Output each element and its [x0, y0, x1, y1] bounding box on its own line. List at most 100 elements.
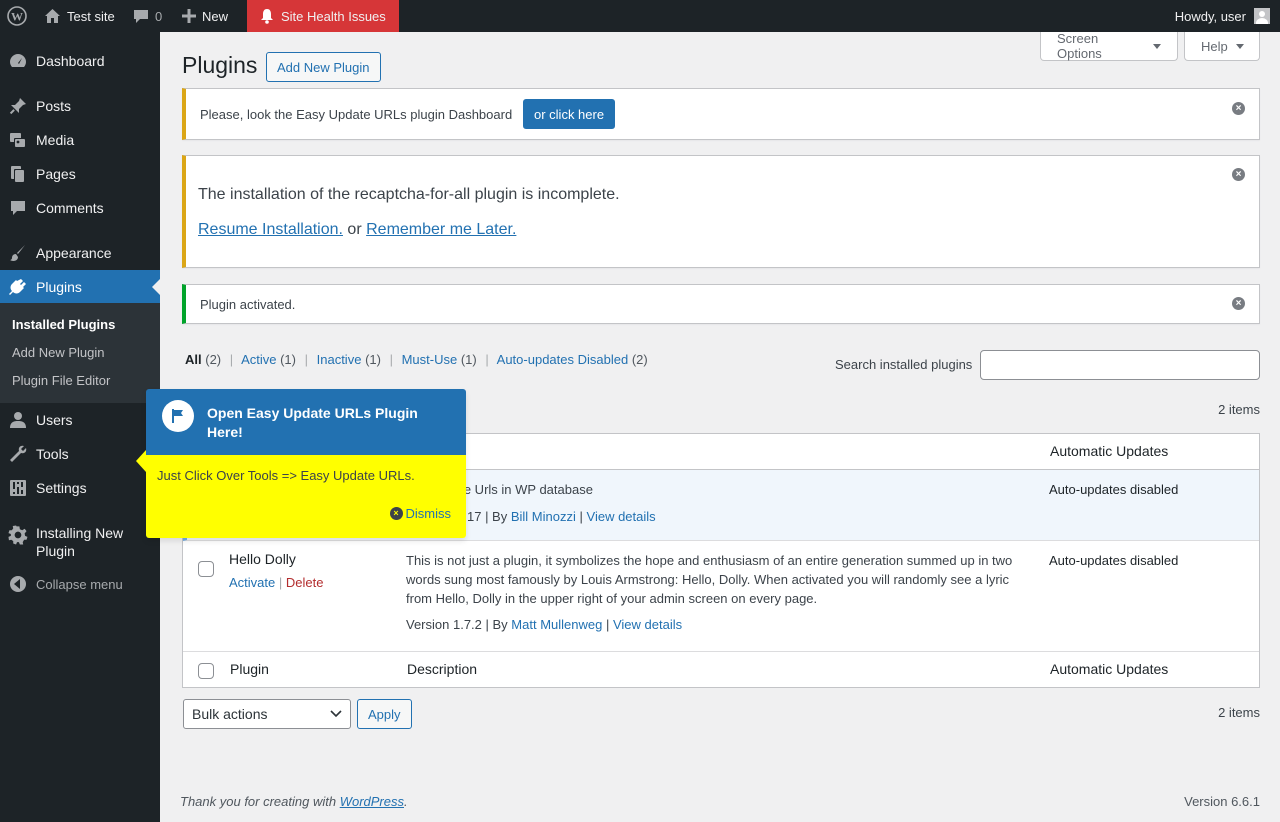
- row-checkbox[interactable]: [198, 561, 214, 577]
- plugin-meta: Version 1.7.2 | By Matt Mullenweg | View…: [406, 617, 683, 632]
- menu-item-installing-new-plugin[interactable]: Installing New Plugin: [0, 516, 160, 568]
- plugin-author-link[interactable]: Matt Mullenweg: [511, 617, 602, 632]
- help-button[interactable]: Help: [1184, 32, 1260, 61]
- menu-item-dashboard[interactable]: Dashboard: [0, 44, 160, 78]
- activate-link[interactable]: Activate: [229, 575, 275, 590]
- new-label: New: [202, 8, 229, 24]
- new-content-link[interactable]: New: [182, 0, 228, 32]
- menu-item-posts[interactable]: Posts: [0, 89, 160, 123]
- filter-separator: |: [485, 352, 489, 367]
- collapse-label: Collapse menu: [36, 576, 123, 592]
- site-name-link[interactable]: Test site: [44, 0, 115, 32]
- submenu-add-new-plugin[interactable]: Add New Plugin: [12, 345, 105, 360]
- notice-dismiss-icon[interactable]: ×: [1232, 297, 1245, 310]
- notice-dismiss-icon[interactable]: ×: [1232, 102, 1245, 115]
- filter-all[interactable]: All: [185, 352, 202, 367]
- remember-later-link[interactable]: Remember me Later.: [366, 221, 516, 238]
- resume-installation-link[interactable]: Resume Installation.: [198, 221, 343, 238]
- wordpress-link[interactable]: WordPress: [340, 794, 404, 809]
- plugin-version: 17 | By: [467, 509, 508, 524]
- add-new-plugin-button[interactable]: Add New Plugin: [266, 52, 381, 82]
- plus-icon: [182, 9, 196, 23]
- menu-item-settings[interactable]: Settings: [0, 471, 160, 505]
- admin-pointer-popup: Open Easy Update URLs Plugin Here! Just …: [136, 389, 466, 538]
- menu-label-settings: Settings: [36, 480, 87, 496]
- home-icon: [45, 9, 60, 23]
- menu-item-appearance[interactable]: Appearance: [0, 236, 160, 270]
- plugin-author-link[interactable]: Bill Minozzi: [511, 509, 576, 524]
- menu-label-pages: Pages: [36, 166, 76, 182]
- menu-label-comments: Comments: [36, 200, 104, 216]
- bulk-actions-value: Bulk actions: [192, 706, 268, 722]
- plugin-version: Version 1.7.2 | By: [406, 617, 508, 632]
- column-footer-automatic-updates[interactable]: Automatic Updates: [1050, 661, 1168, 677]
- plugin-activated-notice: Plugin activated. ×: [182, 284, 1260, 324]
- select-all-checkbox[interactable]: [198, 663, 214, 679]
- pointer-dismiss-button[interactable]: × Dismiss: [389, 506, 452, 521]
- or-click-here-button[interactable]: or click here: [523, 99, 616, 129]
- filter-all-count: (2): [205, 352, 222, 367]
- filter-active-count: (1): [280, 352, 296, 367]
- table-row: Hello Dolly Activate | Delete This is no…: [183, 541, 1259, 652]
- menu-item-pages[interactable]: Pages: [0, 157, 160, 191]
- settings-icon: [10, 480, 26, 496]
- apply-button[interactable]: Apply: [357, 699, 412, 729]
- items-count-top: 2 items: [1218, 402, 1260, 417]
- menu-label-plugins: Plugins: [36, 279, 82, 295]
- recaptcha-notice-text: The installation of the recaptcha-for-al…: [198, 186, 620, 203]
- menu-item-media[interactable]: Media: [0, 123, 160, 157]
- footer-thanks: Thank you for creating with WordPress.: [180, 794, 408, 809]
- menu-item-comments[interactable]: Comments: [0, 191, 160, 225]
- delete-link[interactable]: Delete: [286, 575, 324, 590]
- plugin-meta: 17 | By Bill Minozzi | View details: [467, 509, 656, 524]
- menu-item-users[interactable]: Users: [0, 403, 160, 437]
- or-text: or: [347, 221, 362, 238]
- menu-label-media: Media: [36, 132, 75, 148]
- column-header-automatic-updates[interactable]: Automatic Updates: [1050, 443, 1168, 459]
- filter-auto-updates-disabled[interactable]: Auto-updates Disabled: [497, 352, 629, 367]
- howdy-label: Howdy, user: [1174, 8, 1246, 24]
- site-health-link[interactable]: Site Health Issues: [247, 0, 399, 32]
- filter-must-use[interactable]: Must-Use: [402, 352, 458, 367]
- admin-menu: Dashboard Posts Media Pages Comments App…: [0, 32, 160, 822]
- plugin-activated-text: Plugin activated.: [200, 297, 296, 312]
- admin-bar: W Test site 0 New Site Health Issues How…: [0, 0, 1280, 32]
- footer-version: Version 6.6.1: [1184, 794, 1260, 809]
- gear-icon: [8, 525, 28, 545]
- filter-separator: |: [304, 352, 308, 367]
- notice-dismiss-icon[interactable]: ×: [1232, 168, 1245, 181]
- comment-icon: [134, 10, 148, 23]
- filter-inactive[interactable]: Inactive: [317, 352, 362, 367]
- filter-separator: |: [389, 352, 393, 367]
- submenu-plugin-file-editor[interactable]: Plugin File Editor: [12, 373, 110, 388]
- submenu-installed-plugins[interactable]: Installed Plugins: [12, 317, 115, 332]
- screen-options-button[interactable]: Screen Options: [1040, 31, 1178, 61]
- caret-down-icon: [1235, 44, 1244, 53]
- pointer-dismiss-label: Dismiss: [405, 506, 452, 521]
- filter-must-use-count: (1): [460, 352, 477, 367]
- wordpress-logo-icon[interactable]: W: [7, 0, 27, 32]
- recaptcha-notice: The installation of the recaptcha-for-al…: [182, 155, 1260, 268]
- close-icon: ×: [389, 507, 403, 520]
- menu-label-dashboard: Dashboard: [36, 53, 105, 69]
- pointer-header: Open Easy Update URLs Plugin Here!: [146, 389, 466, 455]
- my-account-link[interactable]: Howdy, user: [1175, 0, 1270, 32]
- view-details-link[interactable]: View details: [587, 509, 656, 524]
- view-details-link[interactable]: View details: [613, 617, 682, 632]
- easy-update-notice: Please, look the Easy Update URLs plugin…: [182, 88, 1260, 140]
- search-plugins-input[interactable]: [980, 350, 1260, 380]
- collapse-menu-button[interactable]: Collapse menu: [0, 567, 160, 601]
- column-footer-description: Description: [407, 661, 478, 677]
- plugin-icon: [9, 279, 26, 295]
- avatar: [1254, 8, 1270, 24]
- bulk-actions-select[interactable]: Bulk actions: [183, 699, 351, 729]
- filter-active[interactable]: Active: [241, 352, 276, 367]
- menu-item-plugins[interactable]: Plugins: [0, 270, 160, 304]
- media-icon: [10, 133, 26, 148]
- comments-link[interactable]: 0: [133, 0, 162, 32]
- plugin-name: Hello Dolly: [229, 551, 296, 567]
- footer-thanks-text: Thank you for creating with: [180, 794, 337, 809]
- flag-icon: [162, 400, 194, 432]
- pointer-arrow: [136, 450, 146, 472]
- items-count-bottom: 2 items: [1218, 705, 1260, 720]
